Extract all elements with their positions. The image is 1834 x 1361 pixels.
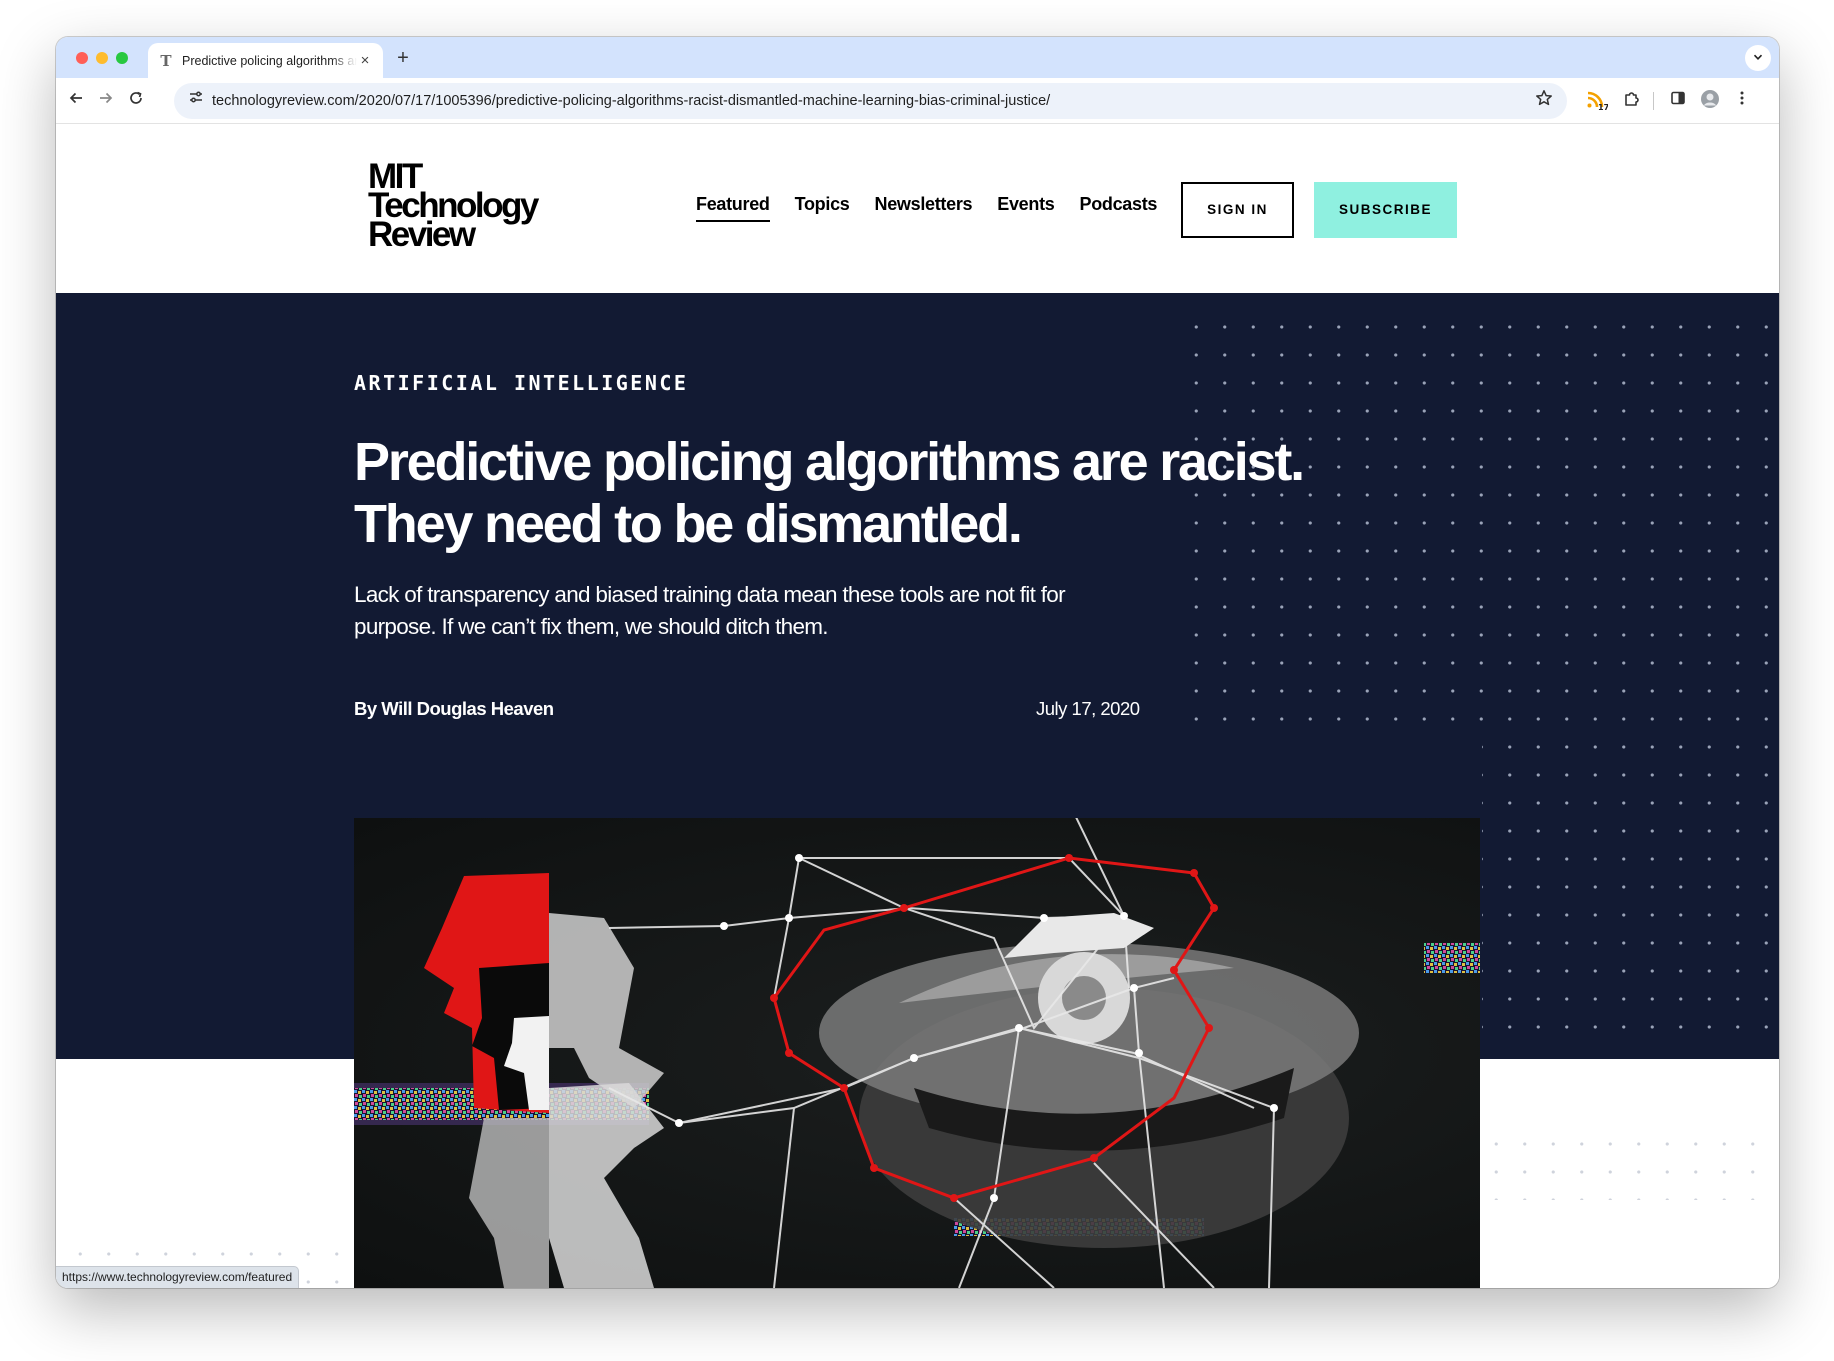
site-header: MIT Technology Review Featured Topics Ne… [56, 125, 1779, 293]
avatar [1701, 90, 1719, 108]
site-info-icon[interactable] [184, 89, 208, 113]
back-arrow-icon [69, 92, 82, 104]
tab-close-icon[interactable]: × [357, 52, 373, 69]
main-nav: Featured Topics Newsletters Events Podca… [696, 194, 1157, 222]
article-hero-image [354, 818, 1480, 1288]
nav-podcasts[interactable]: Podcasts [1079, 194, 1157, 222]
reload-icon [130, 91, 142, 104]
tab-title: Predictive policing algorithms are racis… [182, 53, 357, 68]
chevron-down-icon [1753, 54, 1763, 60]
side-panel-button[interactable] [1666, 89, 1690, 113]
bookmark-star-icon[interactable] [1535, 89, 1553, 113]
site-logo[interactable]: MIT Technology Review [368, 159, 539, 252]
site-favicon-icon: T [160, 51, 172, 70]
tab-strip: T Predictive policing algorithms are rac… [56, 37, 1779, 78]
extension-badge: 17 [1598, 103, 1608, 111]
nav-featured[interactable]: Featured [696, 194, 770, 222]
decorative-dot-pattern [1482, 1130, 1779, 1200]
browser-menu-button[interactable] [1730, 89, 1754, 113]
reload-button[interactable] [124, 89, 148, 113]
kebab-menu-icon [1740, 91, 1744, 105]
article-headline: Predictive policing algorithms are racis… [354, 432, 1305, 554]
article-date: July 17, 2020 [1036, 698, 1140, 719]
extensions-button[interactable] [1620, 89, 1644, 113]
browser-toolbar: technologyreview.com/2020/07/17/1005396/… [56, 78, 1779, 124]
side-panel-icon [1671, 91, 1685, 105]
web-page: MIT Technology Review Featured Topics Ne… [56, 125, 1779, 1288]
police-cap-network-illustration [354, 818, 1480, 1288]
new-tab-button[interactable]: + [390, 46, 416, 72]
url-text[interactable]: technologyreview.com/2020/07/17/1005396/… [212, 83, 1050, 119]
maximize-window-button[interactable] [116, 52, 128, 64]
nav-newsletters[interactable]: Newsletters [875, 194, 973, 222]
article-dek: Lack of transparency and biased training… [354, 582, 1066, 639]
status-bar-link-preview: https://www.technologyreview.com/feature… [56, 1266, 300, 1288]
browser-window: T Predictive policing algorithms are rac… [56, 37, 1779, 1288]
minimize-window-button[interactable] [96, 52, 108, 64]
article-byline[interactable]: By Will Douglas Heaven [354, 698, 554, 720]
tab-search-button[interactable] [1745, 45, 1771, 71]
sign-in-button[interactable]: SIGN IN [1181, 182, 1294, 238]
back-button[interactable] [64, 89, 88, 113]
close-window-button[interactable] [76, 52, 88, 64]
address-bar[interactable]: technologyreview.com/2020/07/17/1005396/… [174, 83, 1567, 119]
extension-rss-button[interactable]: 17 [1582, 89, 1612, 113]
profile-button[interactable] [1698, 89, 1722, 113]
puzzle-icon [1625, 92, 1639, 106]
nav-topics[interactable]: Topics [795, 194, 850, 222]
forward-button[interactable] [94, 89, 118, 113]
forward-arrow-icon [100, 92, 113, 104]
toolbar-divider [1653, 92, 1654, 110]
nav-events[interactable]: Events [997, 194, 1055, 222]
article-topic-kicker[interactable]: ARTIFICIAL INTELLIGENCE [354, 371, 688, 395]
browser-tab-active[interactable]: T Predictive policing algorithms are rac… [148, 43, 383, 78]
rss-extension-icon: 17 [1587, 91, 1609, 112]
subscribe-button[interactable]: SUBSCRIBE [1314, 182, 1457, 238]
